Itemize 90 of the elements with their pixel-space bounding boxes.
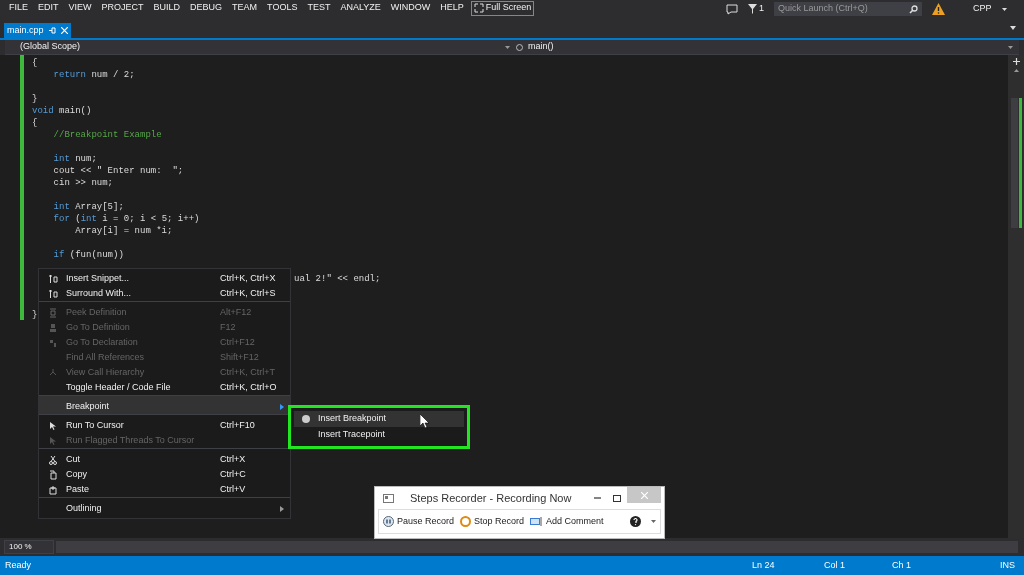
snippet-icon <box>47 273 58 284</box>
menu-item[interactable]: TEAM <box>227 1 263 15</box>
menu-item[interactable]: TOOLS <box>262 1 303 15</box>
scroll-up-icon[interactable] <box>1013 69 1019 72</box>
menu-item[interactable]: HELP <box>435 1 469 15</box>
split-icon[interactable] <box>1012 58 1020 65</box>
code-line: { <box>32 118 38 128</box>
pin-icon[interactable] <box>48 27 56 34</box>
menu-item[interactable]: FILE <box>4 1 33 15</box>
code-line: return num / 2; <box>52 70 135 80</box>
maximize-icon <box>613 494 621 502</box>
pointer-icon <box>47 435 58 446</box>
menu-item[interactable]: ANALYZE <box>335 1 386 15</box>
insert-mode: INS <box>1000 558 1015 572</box>
submenu-arrow-icon <box>280 404 284 410</box>
expand-icon <box>473 3 484 13</box>
menu-item[interactable]: TEST <box>302 1 336 15</box>
filter-icon[interactable] <box>748 4 757 14</box>
help-icon[interactable] <box>630 516 641 527</box>
recorder-button[interactable]: Stop Record <box>460 514 525 529</box>
recorder-button[interactable]: Pause Record <box>383 514 455 529</box>
menu-item[interactable]: Surround With... Ctrl+K, Ctrl+S <box>39 286 290 301</box>
comment-icon <box>530 516 544 527</box>
zoom-dropdown[interactable]: 100 % <box>4 540 54 554</box>
menu-item[interactable]: PROJECT <box>96 1 149 15</box>
search-icon[interactable] <box>909 4 918 14</box>
code-line: int num; <box>52 154 97 164</box>
menu-item[interactable]: WINDOW <box>385 1 436 15</box>
close-icon[interactable] <box>60 27 68 34</box>
code-line: cout << " Enter num: "; <box>52 166 184 176</box>
menu-item[interactable]: Toggle Header / Code File Ctrl+K, Ctrl+O <box>39 380 290 395</box>
code-line: void main() <box>32 106 92 116</box>
stop-icon <box>460 516 472 527</box>
pause-icon <box>383 516 394 527</box>
member-dropdown[interactable]: main() <box>528 40 1008 54</box>
menu-item[interactable]: EDIT <box>33 1 64 15</box>
code-line: } <box>32 94 38 104</box>
code-line: ual 2!" << endl; <box>294 274 381 284</box>
scissors-icon <box>47 455 58 465</box>
status-message: Ready <box>5 558 32 572</box>
scrollbar-thumb[interactable] <box>1010 98 1018 228</box>
menu-item[interactable]: Breakpoint <box>39 395 290 414</box>
code-line: Array[i] = num *i; <box>74 226 173 236</box>
scope-dropdown[interactable]: (Global Scope) <box>5 40 505 54</box>
file-tab[interactable]: main.cpp <box>4 23 71 38</box>
close-icon <box>640 491 648 499</box>
menu-item[interactable]: Cut Ctrl+X <box>39 448 290 467</box>
profile-name[interactable]: CPP <box>973 2 992 16</box>
copy-icon <box>47 469 58 480</box>
code-line: } <box>32 310 38 320</box>
code-line: cin >> num; <box>52 178 113 188</box>
hierarchy-icon <box>47 367 58 378</box>
pointer-icon <box>47 421 58 431</box>
breakpoint-icon <box>302 415 310 423</box>
menu-item[interactable]: VIEW <box>63 1 97 15</box>
code-line: if (fun(num)) <box>52 250 124 260</box>
code-line: for (int i = 0; i < 5; i++) <box>52 214 200 224</box>
dropdown-icon[interactable] <box>1010 26 1016 30</box>
feedback-icon[interactable] <box>726 3 738 15</box>
menu-item[interactable]: Insert Tracepoint <box>294 427 464 443</box>
char-number: Ch 1 <box>892 558 912 572</box>
menu-item[interactable]: Insert Breakpoint <box>294 411 464 427</box>
dropdown-icon[interactable] <box>1001 7 1007 11</box>
menu-item[interactable]: Outlining <box>39 497 290 516</box>
recorder-button[interactable]: Add Comment <box>530 514 604 529</box>
menu-item[interactable]: BUILD <box>148 1 186 15</box>
snippet-icon <box>47 288 58 299</box>
code-line: { <box>32 58 38 68</box>
menu-item[interactable]: Insert Snippet... Ctrl+K, Ctrl+X <box>39 271 290 286</box>
full-screen-button[interactable]: Full Screen <box>470 0 535 16</box>
dropdown-icon[interactable] <box>1008 45 1013 49</box>
line-number: Ln 24 <box>752 558 776 572</box>
dropdown-icon[interactable] <box>651 520 656 523</box>
column-number: Col 1 <box>824 558 846 572</box>
minimize-icon <box>593 497 601 499</box>
cursor-icon <box>420 414 429 428</box>
recorder-app-icon <box>383 493 394 503</box>
submenu-arrow-icon <box>280 506 284 512</box>
notification-count: 1 <box>759 2 764 16</box>
menu-item[interactable]: Copy Ctrl+C <box>39 467 290 482</box>
code-line: int Array[5]; <box>52 202 124 212</box>
peek-icon <box>47 308 58 318</box>
clipboard-icon <box>47 484 58 495</box>
dropdown-icon[interactable] <box>505 45 510 49</box>
warning-icon[interactable] <box>932 3 945 15</box>
window-title: Steps Recorder - Recording Now <box>410 490 573 506</box>
code-line: //Breakpoint Example <box>52 130 162 140</box>
menu-item[interactable]: Paste Ctrl+V <box>39 482 290 497</box>
menu-item[interactable]: DEBUG <box>185 1 228 15</box>
quick-launch-field[interactable]: Quick Launch (Ctrl+Q) <box>774 2 922 16</box>
